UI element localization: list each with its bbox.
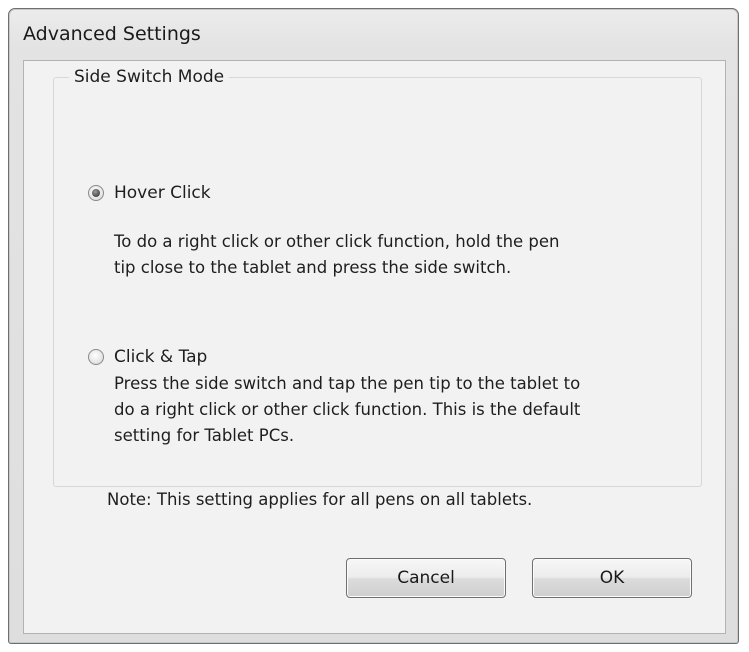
click-tap-description: Press the side switch and tap the pen ti… [114, 374, 581, 445]
cancel-button[interactable]: Cancel [346, 558, 506, 598]
click-tap-radio-option[interactable]: Click & Tap [88, 347, 207, 367]
hover-click-radio-option[interactable]: Hover Click [88, 183, 211, 203]
note-text: Note: This setting applies for all pens … [107, 490, 533, 509]
click-tap-label[interactable]: Click & Tap [114, 347, 207, 367]
click-tap-radio-button[interactable] [88, 349, 104, 365]
title-bar[interactable]: Advanced Settings [9, 9, 738, 61]
hover-click-radio-button[interactable] [88, 185, 104, 201]
dialog-title: Advanced Settings [23, 23, 201, 45]
group-label: Side Switch Mode [69, 65, 230, 89]
ok-button[interactable]: OK [532, 558, 692, 598]
hover-click-label[interactable]: Hover Click [114, 183, 211, 203]
hover-click-description: To do a right click or other click funct… [114, 232, 560, 277]
